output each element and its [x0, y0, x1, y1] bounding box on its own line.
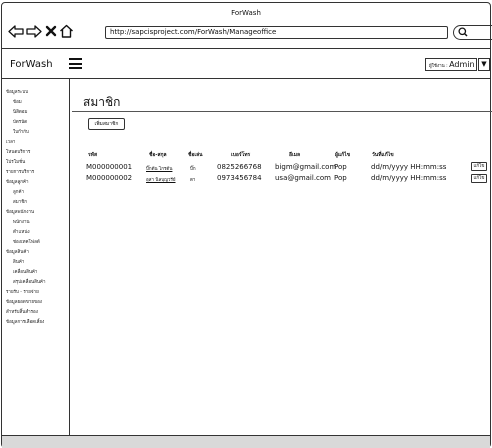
title-divider: [72, 111, 492, 112]
cell-email: usa@gmail.com: [275, 174, 331, 182]
sidebar-item-product[interactable]: สินค้า: [13, 258, 24, 265]
chevron-down-icon[interactable]: ▼: [478, 58, 490, 71]
app-brand: ForWash: [10, 59, 53, 70]
home-icon[interactable]: [58, 23, 75, 39]
sidebar-item-tech-fold[interactable]: ช่องเทคโฟลด์: [13, 238, 40, 245]
cell-email: bigm@gmail.com: [275, 163, 337, 171]
user-name: Admin: [449, 60, 475, 69]
edit-button[interactable]: แก้ไข: [471, 162, 487, 171]
cell-phone: 0825266768: [217, 163, 262, 171]
cell-phone: 0973456784: [217, 174, 262, 182]
column-header-nickname: ชื่อเล่น: [188, 152, 203, 158]
sidebar-menu: ข้อมูลระบบ ข้อม นิสิตอม บัตรนัด ใบกำกับ …: [2, 79, 70, 437]
sidebar-item-position[interactable]: ตำแหน่ง: [13, 228, 30, 235]
cell-editor: Pop: [334, 174, 347, 182]
sidebar-item-service-node[interactable]: โหนดบริการ: [6, 148, 30, 155]
cell-name[interactable]: บิ๊กต้น ไกรต้น: [146, 165, 172, 172]
sidebar-item-move-product[interactable]: เคลื่อนสินค้า: [13, 268, 37, 275]
app-header: ForWash ผู้ใช้งาน : Admin ▼: [2, 49, 490, 79]
browser-toolbar: ForWash http://sapcisproject.com/ForWash…: [2, 3, 492, 49]
sidebar-item-member[interactable]: สมาชิก: [13, 198, 27, 205]
search-icon: [458, 27, 468, 40]
sidebar-item-appointment[interactable]: บัตรนัด: [13, 118, 27, 125]
column-header-id: รหัส: [88, 152, 98, 158]
browser-search-field[interactable]: [453, 25, 492, 40]
sidebar-item-reserve[interactable]: สำหรับสิ้นสำรอง: [6, 308, 38, 315]
sidebar-item-employee[interactable]: พนักงาน: [13, 218, 30, 225]
close-icon[interactable]: [44, 23, 58, 39]
column-header-edited-at: วันที่แก้ไข: [372, 152, 394, 158]
cell-nickname: บิ๊ก: [190, 167, 196, 172]
address-bar[interactable]: http://sapcisproject.com/ForWash/Manageo…: [105, 26, 448, 39]
sidebar-item-sales-data[interactable]: ข้อมูลยอดขายของ: [6, 298, 42, 305]
sidebar-section-product: ข้อมูลสินค้า: [6, 250, 29, 255]
sidebar-item-data[interactable]: ข้อม: [13, 98, 22, 105]
sidebar-item-time[interactable]: เวลา: [6, 138, 15, 145]
hamburger-menu-icon[interactable]: [69, 58, 82, 69]
sidebar-item-services[interactable]: รายการบริการ: [6, 168, 34, 175]
sidebar-item-promotion[interactable]: โปรโมชั่น: [6, 158, 25, 165]
sidebar-item-invoice[interactable]: ใบกำกับ: [13, 128, 29, 135]
sidebar-section-employee: ข้อมูลพนักงาน: [6, 210, 35, 215]
user-dropdown[interactable]: ผู้ใช้งาน : Admin: [425, 58, 477, 71]
edit-button[interactable]: แก้ไข: [471, 174, 487, 183]
column-header-editor: ผู้แก้ไข: [335, 152, 351, 158]
sidebar-section-system: ข้อมูลระบบ: [6, 90, 29, 95]
arrow-left-icon[interactable]: [7, 23, 24, 39]
add-member-button[interactable]: เพิ่มสมาชิก: [88, 118, 125, 130]
cell-id: M000000001: [86, 163, 133, 171]
cell-id: M000000002: [86, 174, 133, 182]
column-header-phone: เบอร์โทร: [231, 152, 251, 158]
arrow-right-icon[interactable]: [25, 23, 42, 39]
sidebar-item-students[interactable]: นิสิตอม: [13, 108, 27, 115]
user-label: ผู้ใช้งาน :: [429, 64, 450, 69]
column-header-name: ชื่อ-สกุล: [149, 152, 167, 158]
cell-name[interactable]: อุสา นิลบุญวรีย์: [146, 176, 176, 183]
window-title: ForWash: [231, 9, 261, 17]
status-bar: [2, 435, 490, 448]
sidebar-item-income-expense[interactable]: รายรับ - รายจ่าย: [6, 288, 39, 295]
sidebar-section-customer: ข้อมูลลูกค้า: [6, 180, 29, 185]
sidebar-item-records[interactable]: ข้อมูลการเลือดเลี้ยง: [6, 318, 44, 325]
cell-nickname: ตา: [190, 178, 196, 183]
page-title: สมาชิก: [83, 95, 121, 109]
browser-window: ForWash http://sapcisproject.com/ForWash…: [1, 2, 492, 448]
cell-editor: Pop: [334, 163, 347, 171]
cell-edited-at: dd/m/yyyy HH:mm:ss: [371, 163, 447, 171]
column-header-email: อีเมล: [289, 152, 301, 158]
sidebar-item-move-summary[interactable]: สรุปเคลื่อนสินค้า: [13, 278, 45, 285]
sidebar-item-customer[interactable]: ลูกค้า: [13, 188, 24, 195]
cell-edited-at: dd/m/yyyy HH:mm:ss: [371, 174, 447, 182]
